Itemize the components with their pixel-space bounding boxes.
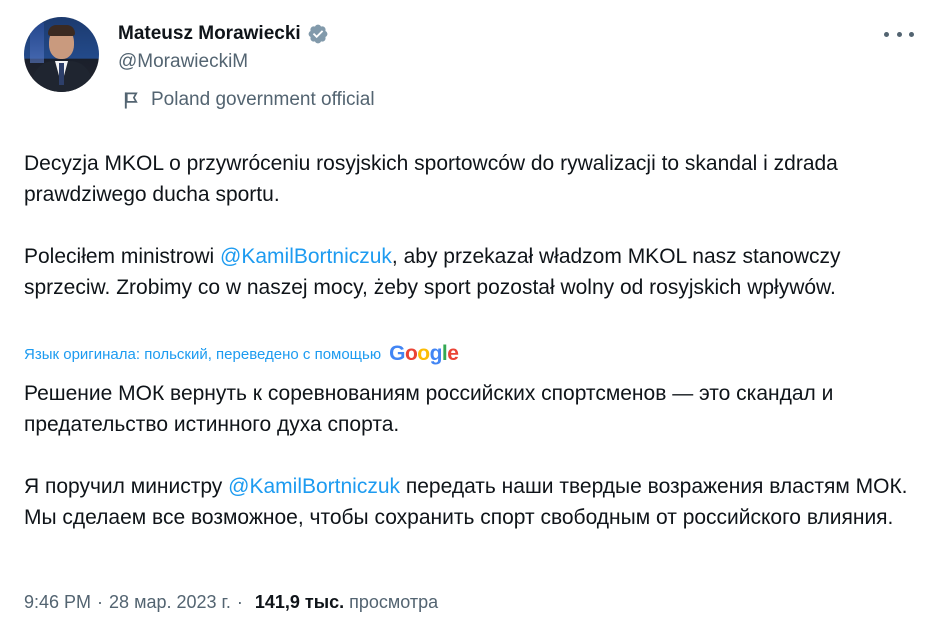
translated-paragraph-2-start: Я поручил министру [24,475,229,498]
tweet-date[interactable]: 28 мар. 2023 г. [109,592,231,613]
views-count: 141,9 тыс. [254,592,345,612]
original-paragraph-2-start: Poleciłem ministrowi [24,245,221,268]
affiliation-text: Poland government official [151,89,375,110]
separator-dot: · [236,592,243,612]
translated-paragraph-1: Решение МОК вернуть к соревнованиям росс… [24,382,840,436]
tweet-time[interactable]: 9:46 PM [24,592,91,613]
translation-note[interactable]: Язык оригинала: польский, переведено с п… [24,342,459,366]
tweet-meta: 9:46 PM · 28 мар. 2023 г. · 141,9 тыс. п… [24,592,438,613]
views-label: просмотра [349,592,439,612]
author-handle[interactable]: @MorawieckiM [118,51,248,73]
tweet-text-translated: Решение МОК вернуть к соревнованиям росс… [24,378,914,533]
google-logo: Google [389,342,459,365]
tweet-header: Mateusz Morawiecki @MorawieckiM Poland g… [24,14,914,124]
mention-link[interactable]: @KamilBortniczuk [220,245,392,268]
more-options-icon[interactable] [884,24,914,44]
verified-badge-icon [308,24,328,44]
flag-icon [124,92,138,109]
author-name-row[interactable]: Mateusz Morawiecki [118,22,329,46]
affiliation-label: Poland government official [122,89,375,111]
avatar[interactable] [24,17,99,92]
tweet-text-original: Decyzja MKOL o przywróceniu rosyjskich s… [24,148,914,303]
translation-note-text[interactable]: Язык оригинала: польский, переведено с п… [24,346,381,363]
separator-dot: · [97,592,104,612]
mention-link-translated[interactable]: @KamilBortniczuk [228,475,400,498]
original-paragraph-1: Decyzja MKOL o przywróceniu rosyjskich s… [24,152,844,206]
author-name[interactable]: Mateusz Morawiecki [118,23,301,45]
